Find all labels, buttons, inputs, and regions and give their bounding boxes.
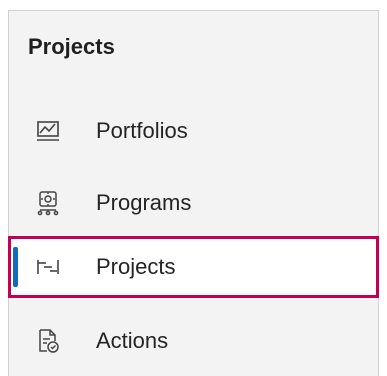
nav-item-label: Projects — [96, 254, 176, 279]
program-hierarchy-icon — [34, 189, 62, 217]
actions-document-icon — [34, 327, 62, 355]
nav-item-programs[interactable]: Programs — [8, 172, 379, 234]
nav-item-portfolios[interactable]: Portfolios — [8, 100, 379, 162]
portfolio-chart-icon — [34, 117, 62, 145]
nav-item-label: Actions — [96, 328, 169, 353]
selected-indicator — [13, 247, 18, 287]
nav-item-label: Programs — [96, 190, 192, 215]
nav-item-actions[interactable]: Actions — [8, 310, 379, 372]
nav-item-label: Portfolios — [96, 118, 188, 143]
section-title: Projects — [28, 34, 115, 59]
nav-item-projects[interactable]: Projects — [8, 236, 379, 298]
project-timeline-icon — [34, 253, 62, 281]
